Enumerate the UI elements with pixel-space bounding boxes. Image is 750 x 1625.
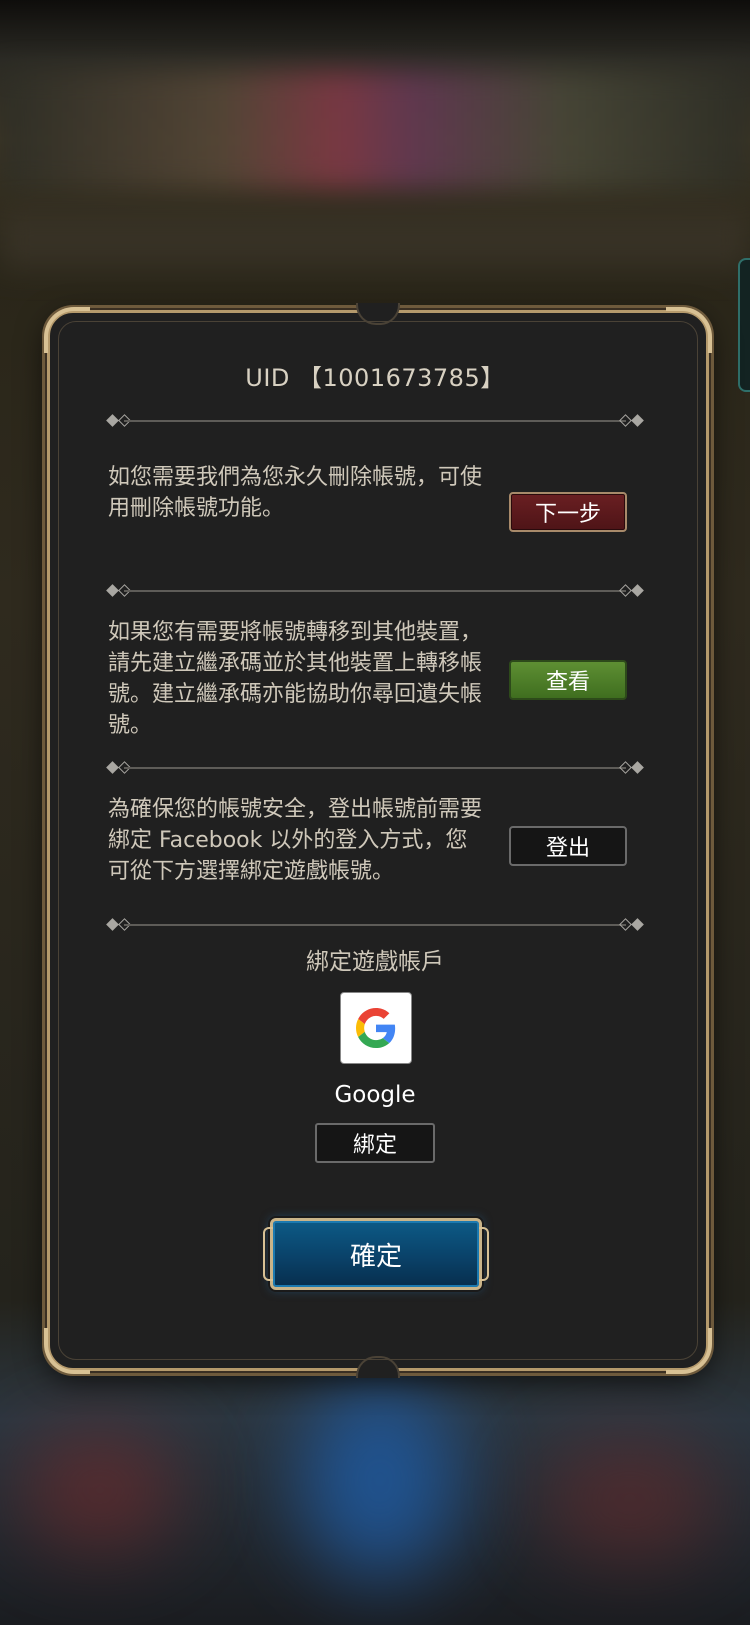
- bind-button[interactable]: 綁定: [315, 1123, 435, 1163]
- divider: [106, 761, 644, 775]
- divider: [106, 584, 644, 598]
- delete-account-text: 如您需要我們為您永久刪除帳號，可使用刪除帳號功能。: [108, 465, 483, 521]
- frame-top-ornament: [356, 303, 400, 325]
- logout-button[interactable]: 登出: [509, 826, 627, 866]
- frame-bottom-ornament: [356, 1356, 400, 1378]
- bind-game-account-title: 綁定遊戲帳戶: [306, 949, 444, 975]
- divider: [106, 414, 644, 428]
- uid-label: UID 【1001673785】: [245, 364, 505, 392]
- view-button[interactable]: 查看: [509, 660, 627, 700]
- logout-notice-text: 為確保您的帳號安全，登出帳號前需要綁定 Facebook 以外的登入方式，您可從…: [108, 797, 483, 884]
- google-icon: [356, 1008, 396, 1048]
- transfer-account-text: 如果您有需要將帳號轉移到其他裝置，請先建立繼承碼並於其他裝置上轉移帳號。建立繼承…: [108, 620, 483, 738]
- next-step-button[interactable]: 下一步: [509, 492, 627, 532]
- divider: [106, 918, 644, 932]
- google-login-tile[interactable]: [340, 992, 412, 1064]
- google-provider-label: Google: [334, 1082, 416, 1108]
- confirm-button[interactable]: 確定: [263, 1218, 489, 1290]
